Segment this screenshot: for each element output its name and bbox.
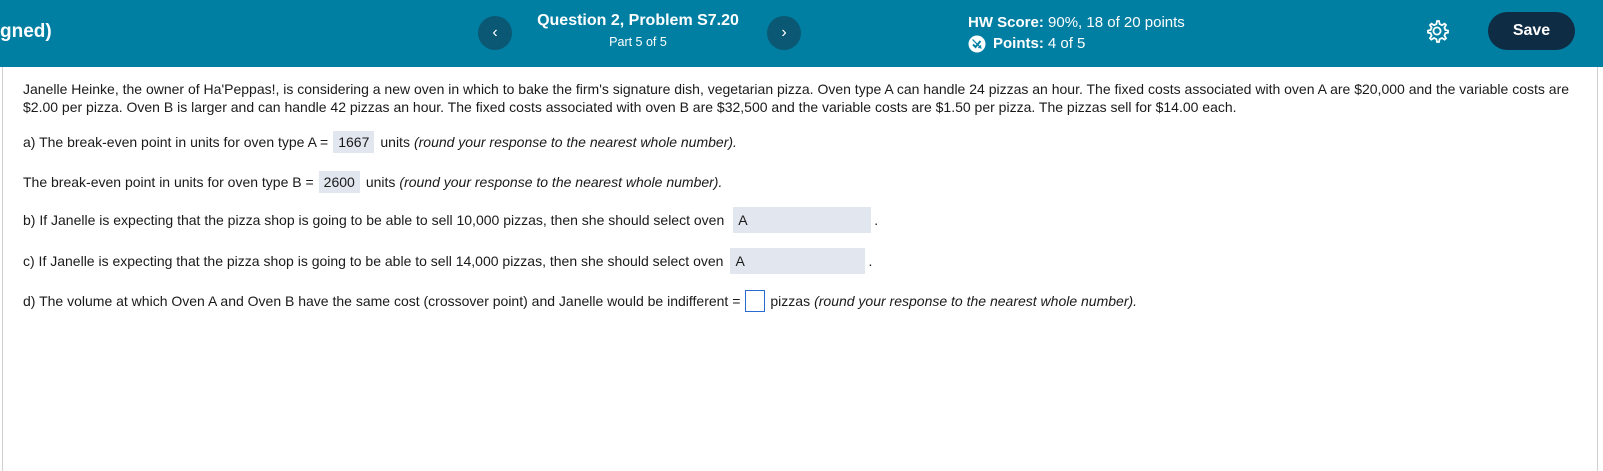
- question-d-text: d) The volume at which Oven A and Oven B…: [23, 293, 741, 309]
- chevron-left-icon: ‹: [492, 24, 498, 41]
- points-label: Points:: [993, 35, 1044, 52]
- top-bar: gned) ‹ Question 2, Problem S7.20 Part 5…: [0, 0, 1603, 67]
- question-d-units: pizzas: [770, 293, 811, 309]
- question-a-text: a) The break-even point in units for ove…: [23, 134, 329, 150]
- answer-a-oven-a[interactable]: 1667: [333, 131, 375, 153]
- question-b-period: .: [874, 212, 879, 228]
- points-value: 4 of 5: [1047, 35, 1086, 52]
- answer-c-oven-select[interactable]: A: [730, 248, 866, 274]
- question-d: d) The volume at which Oven A and Oven B…: [23, 290, 1137, 312]
- question-b: b) If Janelle is expecting that the pizz…: [23, 207, 878, 233]
- points: Points: 4 of 5: [968, 34, 1185, 54]
- hw-score-value: 90%, 18 of 20 points: [1048, 14, 1185, 31]
- question-info: Question 2, Problem S7.20 Part 5 of 5: [520, 12, 756, 49]
- question-a2-text: The break-even point in units for oven t…: [23, 174, 314, 190]
- question-c-text: c) If Janelle is expecting that the pizz…: [23, 253, 724, 269]
- question-a2-units: units: [365, 174, 396, 190]
- assignment-title: gned): [0, 21, 52, 42]
- question-title: Question 2, Problem S7.20: [537, 12, 739, 29]
- hw-score-label: HW Score:: [968, 14, 1044, 31]
- question-d-hint: (round your response to the nearest whol…: [814, 293, 1138, 309]
- question-part: Part 5 of 5: [609, 35, 667, 49]
- save-button[interactable]: Save: [1488, 12, 1575, 50]
- question-b-text: b) If Janelle is expecting that the pizz…: [23, 212, 725, 228]
- problem-statement: Janelle Heinke, the owner of Ha'Peppas!,…: [23, 80, 1583, 116]
- question-a2-hint: (round your response to the nearest whol…: [399, 174, 723, 190]
- previous-question-button[interactable]: ‹: [478, 16, 512, 50]
- question-a-hint: (round your response to the nearest whol…: [413, 134, 737, 150]
- problem-content: Janelle Heinke, the owner of Ha'Peppas!,…: [2, 67, 1598, 471]
- gear-icon[interactable]: [1424, 18, 1450, 44]
- chevron-right-icon: ›: [781, 24, 787, 41]
- next-question-button[interactable]: ›: [767, 16, 801, 50]
- question-a-units: units: [380, 134, 410, 150]
- question-c: c) If Janelle is expecting that the pizz…: [23, 248, 872, 274]
- question-c-period: .: [868, 253, 873, 269]
- hw-score: HW Score: 90%, 18 of 20 points: [968, 13, 1185, 33]
- answer-b-oven-select[interactable]: A: [733, 207, 872, 233]
- score-summary: HW Score: 90%, 18 of 20 points Points: 4…: [968, 13, 1185, 54]
- question-a: a) The break-even point in units for ove…: [23, 131, 737, 153]
- question-a2: The break-even point in units for oven t…: [23, 171, 722, 193]
- answer-a-oven-b[interactable]: 2600: [318, 171, 360, 193]
- problem-intro: Janelle Heinke, the owner of Ha'Peppas!,…: [23, 81, 1570, 115]
- partial-credit-icon: [968, 35, 986, 53]
- crossover-volume-input[interactable]: [745, 290, 766, 312]
